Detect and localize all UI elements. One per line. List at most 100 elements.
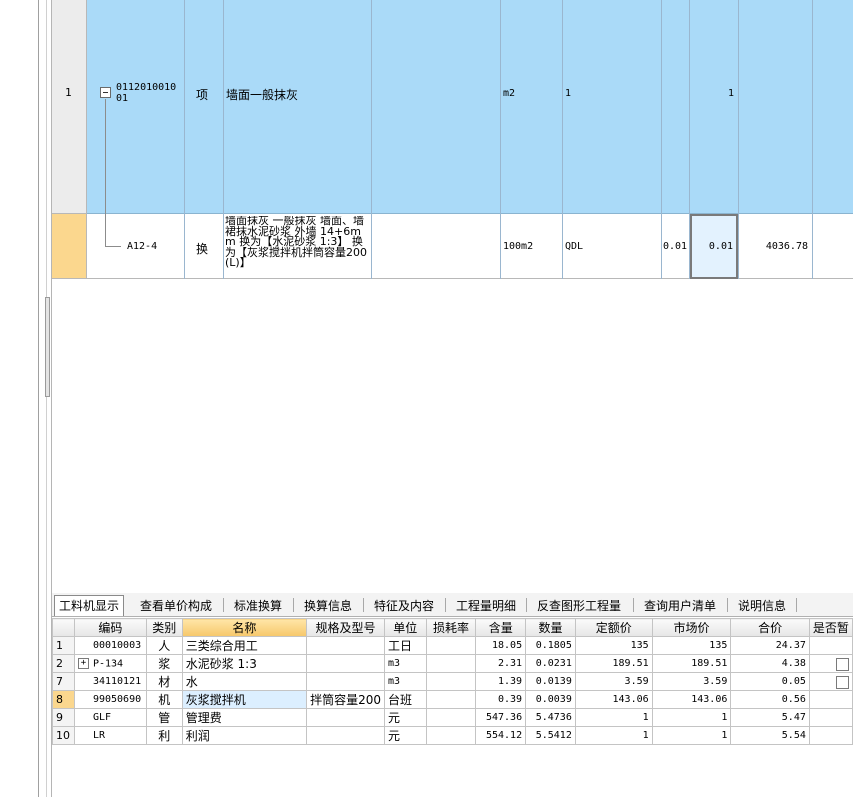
cell-code[interactable]: GLF (73, 708, 147, 727)
cell-market-price[interactable]: 3.59 (651, 672, 732, 691)
cell-spec[interactable] (306, 672, 385, 691)
cell-loss[interactable] (425, 708, 477, 727)
cell-qty[interactable]: 0.0231 (525, 654, 576, 673)
tab-quantity-detail[interactable]: 工程量明细 (452, 596, 520, 616)
cell-spec[interactable] (306, 708, 385, 727)
cell-unit[interactable]: m3 (383, 654, 427, 673)
table-row[interactable]: 10 LR 利 利润 元 554.12 5.5412 1 1 5.54 (52, 726, 853, 745)
table-row[interactable]: 9 GLF 管 管理费 元 547.36 5.4736 1 1 5.47 (52, 708, 853, 727)
header-quantity[interactable]: 数量 (525, 618, 576, 637)
provisional-checkbox[interactable] (836, 657, 849, 671)
cell-unit[interactable]: 元 (383, 708, 427, 727)
cell-unit[interactable]: 元 (383, 726, 427, 745)
header-type[interactable]: 类别 (145, 618, 183, 637)
cell-name[interactable]: 水泥砂浆 1:3 (181, 654, 308, 673)
cell-spec[interactable] (306, 726, 385, 745)
cell-name[interactable]: 利润 (181, 726, 308, 745)
cell-type[interactable]: 利 (145, 726, 183, 745)
cell-market-price[interactable]: 135 (651, 636, 732, 655)
cell-market-price[interactable]: 1 (651, 708, 732, 727)
tab-unit-price-composition[interactable]: 查看单价构成 (136, 596, 216, 616)
cell-qty[interactable]: 5.5412 (525, 726, 576, 745)
cell-code[interactable]: LR (73, 726, 147, 745)
cell-unit[interactable]: m3 (383, 672, 427, 691)
cell-qty[interactable]: 0.1805 (525, 636, 576, 655)
expand-icon[interactable]: + (77, 657, 89, 669)
table-row[interactable]: 2 + P-134 浆 水泥砂浆 1:3 m3 2.31 0.0231 189.5… (52, 654, 853, 673)
tab-labor-material-machine[interactable]: 工料机显示 (54, 595, 125, 616)
cell-name[interactable]: 水 (181, 672, 308, 691)
cell-loss[interactable] (425, 654, 477, 673)
cell-quota-price[interactable]: 1 (574, 726, 653, 745)
header-spec[interactable]: 规格及型号 (306, 618, 385, 637)
header-name[interactable]: 名称 (181, 618, 308, 637)
tab-reverse-graphic-quantity[interactable]: 反查图形工程量 (533, 596, 625, 616)
header-quota-price[interactable]: 定额价 (574, 618, 653, 637)
cell-qty[interactable]: 0.0039 (525, 690, 576, 709)
cell-spec[interactable]: 拌筒容量200 (306, 690, 385, 709)
cell-spec[interactable] (306, 654, 385, 673)
cell-loss[interactable] (425, 672, 477, 691)
cell-total[interactable]: 5.54 (730, 726, 810, 745)
tab-description-info[interactable]: 说明信息 (734, 596, 790, 616)
table-row-current[interactable]: 8 99050690 机 灰浆搅拌机 拌筒容量200 台班 0.39 0.003… (52, 690, 853, 709)
cell-quota-price[interactable]: 3.59 (574, 672, 653, 691)
cell-spec[interactable] (306, 636, 385, 655)
cell-unit[interactable]: 工日 (383, 636, 427, 655)
cell-content[interactable]: 554.12 (475, 726, 527, 745)
cell-type[interactable]: 材 (145, 672, 183, 691)
cell-loss[interactable] (425, 726, 477, 745)
header-market-price[interactable]: 市场价 (651, 618, 732, 637)
cell-type[interactable]: 管 (145, 708, 183, 727)
tab-standard-conversion[interactable]: 标准换算 (230, 596, 286, 616)
cell-total[interactable]: 0.05 (730, 672, 810, 691)
cell-market-price[interactable]: 1 (651, 726, 732, 745)
cell-content[interactable]: 2.31 (475, 654, 527, 673)
cell-total[interactable]: 4.38 (730, 654, 810, 673)
cell-type[interactable]: 机 (145, 690, 183, 709)
header-provisional[interactable]: 是否暂 (808, 618, 853, 637)
cell-market-price[interactable]: 189.51 (651, 654, 732, 673)
cell-quota-price[interactable]: 189.51 (574, 654, 653, 673)
sub-item-qty[interactable]: 0.01 (709, 241, 733, 252)
cell-loss[interactable] (425, 636, 477, 655)
tab-query-user-list[interactable]: 查询用户清单 (640, 596, 720, 616)
cell-name[interactable]: 灰浆搅拌机 (181, 690, 308, 709)
cell-type[interactable]: 浆 (145, 654, 183, 673)
vertical-splitter-handle[interactable] (45, 297, 50, 397)
cell-content[interactable]: 18.05 (475, 636, 527, 655)
cell-name[interactable]: 三类综合用工 (181, 636, 308, 655)
cell-name[interactable]: 管理费 (181, 708, 308, 727)
table-row[interactable]: 7 34110121 材 水 m3 1.39 0.0139 3.59 3.59 … (52, 672, 853, 691)
cell-total[interactable]: 0.56 (730, 690, 810, 709)
cell-code[interactable]: 99050690 (73, 690, 147, 709)
cell-unit[interactable]: 台班 (383, 690, 427, 709)
table-row[interactable]: 1 00010003 人 三类综合用工 工日 18.05 0.1805 135 … (52, 636, 853, 655)
header-code[interactable]: 编码 (73, 618, 147, 637)
tab-features-content[interactable]: 特征及内容 (370, 596, 438, 616)
cell-loss[interactable] (425, 690, 477, 709)
header-total[interactable]: 合价 (730, 618, 810, 637)
cell-quota-price[interactable]: 143.06 (574, 690, 653, 709)
cell-quota-price[interactable]: 135 (574, 636, 653, 655)
header-content[interactable]: 含量 (475, 618, 527, 637)
cell-content[interactable]: 547.36 (475, 708, 527, 727)
cell-quota-price[interactable]: 1 (574, 708, 653, 727)
cell-code[interactable]: 34110121 (73, 672, 147, 691)
header-loss-rate[interactable]: 损耗率 (425, 618, 477, 637)
tab-conversion-info[interactable]: 换算信息 (300, 596, 356, 616)
cell-type[interactable]: 人 (145, 636, 183, 655)
cell-code[interactable]: 00010003 (73, 636, 147, 655)
cell-content[interactable]: 1.39 (475, 672, 527, 691)
cell-total[interactable]: 24.37 (730, 636, 810, 655)
cell-market-price[interactable]: 143.06 (651, 690, 732, 709)
header-unit[interactable]: 单位 (383, 618, 427, 637)
provisional-checkbox[interactable] (836, 675, 849, 689)
cell-total[interactable]: 5.47 (730, 708, 810, 727)
cell-content[interactable]: 0.39 (475, 690, 527, 709)
cell-qty[interactable]: 5.4736 (525, 708, 576, 727)
cell-provisional[interactable] (808, 654, 853, 673)
cell-provisional[interactable] (808, 672, 853, 691)
collapse-icon[interactable] (100, 87, 111, 98)
cell-code-expandable[interactable]: + P-134 (73, 654, 147, 673)
